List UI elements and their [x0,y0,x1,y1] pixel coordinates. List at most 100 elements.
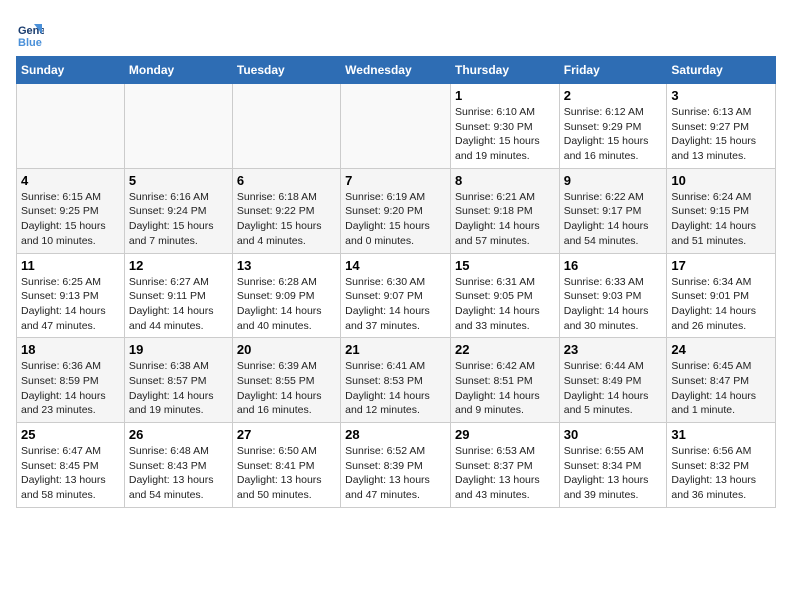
calendar-week-2: 4 Sunrise: 6:15 AM Sunset: 9:25 PM Daylig… [17,168,776,253]
day-info: Sunrise: 6:19 AM Sunset: 9:20 PM Dayligh… [345,190,446,249]
day-number: 9 [564,173,663,188]
day-info: Sunrise: 6:41 AM Sunset: 8:53 PM Dayligh… [345,359,446,418]
day-number: 18 [21,342,120,357]
day-info: Sunrise: 6:34 AM Sunset: 9:01 PM Dayligh… [671,275,771,334]
day-number: 29 [455,427,555,442]
day-info: Sunrise: 6:31 AM Sunset: 9:05 PM Dayligh… [455,275,555,334]
calendar-cell: 26 Sunrise: 6:48 AM Sunset: 8:43 PM Dayli… [124,423,232,508]
col-header-friday: Friday [559,57,667,84]
calendar-table: SundayMondayTuesdayWednesdayThursdayFrid… [16,56,776,508]
day-number: 14 [345,258,446,273]
calendar-cell: 18Sunrise: 6:36 AM Sunset: 8:59 PM Dayli… [17,338,125,423]
day-number: 8 [455,173,555,188]
day-number: 27 [237,427,336,442]
svg-text:Blue: Blue [18,37,42,48]
page-header: General Blue [16,16,776,48]
day-info: Sunrise: 6:38 AM Sunset: 8:57 PM Dayligh… [129,359,228,418]
day-info: Sunrise: 6:44 AM Sunset: 8:49 PM Dayligh… [564,359,663,418]
day-number: 31 [671,427,771,442]
calendar-cell: 11Sunrise: 6:25 AM Sunset: 9:13 PM Dayli… [17,253,125,338]
day-number: 6 [237,173,336,188]
day-info: Sunrise: 6:50 AM Sunset: 8:41 PM Dayligh… [237,444,336,503]
day-number: 12 [129,258,228,273]
day-number: 22 [455,342,555,357]
calendar-week-5: 25 Sunrise: 6:47 AM Sunset: 8:45 PM Dayli… [17,423,776,508]
day-info: Sunrise: 6:15 AM Sunset: 9:25 PM Dayligh… [21,190,120,249]
day-info: Sunrise: 6:16 AM Sunset: 9:24 PM Dayligh… [129,190,228,249]
day-number: 5 [129,173,228,188]
calendar-cell: 14 Sunrise: 6:30 AM Sunset: 9:07 PM Dayli… [341,253,451,338]
day-number: 17 [671,258,771,273]
calendar-cell [124,84,232,169]
calendar-cell: 7 Sunrise: 6:19 AM Sunset: 9:20 PM Daylig… [341,168,451,253]
calendar-cell: 15 Sunrise: 6:31 AM Sunset: 9:05 PM Dayli… [450,253,559,338]
calendar-cell: 23 Sunrise: 6:44 AM Sunset: 8:49 PM Dayli… [559,338,667,423]
day-info: Sunrise: 6:21 AM Sunset: 9:18 PM Dayligh… [455,190,555,249]
calendar-cell: 3 Sunrise: 6:13 AM Sunset: 9:27 PM Daylig… [667,84,776,169]
calendar-cell: 31 Sunrise: 6:56 AM Sunset: 8:32 PM Dayli… [667,423,776,508]
day-number: 23 [564,342,663,357]
calendar-cell: 1 Sunrise: 6:10 AM Sunset: 9:30 PM Daylig… [450,84,559,169]
calendar-cell: 17 Sunrise: 6:34 AM Sunset: 9:01 PM Dayli… [667,253,776,338]
calendar-cell: 28Sunrise: 6:52 AM Sunset: 8:39 PM Dayli… [341,423,451,508]
calendar-cell [232,84,340,169]
day-info: Sunrise: 6:42 AM Sunset: 8:51 PM Dayligh… [455,359,555,418]
day-number: 21 [345,342,446,357]
calendar-cell: 5 Sunrise: 6:16 AM Sunset: 9:24 PM Daylig… [124,168,232,253]
calendar-cell: 19 Sunrise: 6:38 AM Sunset: 8:57 PM Dayli… [124,338,232,423]
day-info: Sunrise: 6:28 AM Sunset: 9:09 PM Dayligh… [237,275,336,334]
day-info: Sunrise: 6:48 AM Sunset: 8:43 PM Dayligh… [129,444,228,503]
col-header-tuesday: Tuesday [232,57,340,84]
calendar-header-row: SundayMondayTuesdayWednesdayThursdayFrid… [17,57,776,84]
day-number: 15 [455,258,555,273]
day-info: Sunrise: 6:13 AM Sunset: 9:27 PM Dayligh… [671,105,771,164]
day-number: 2 [564,88,663,103]
day-info: Sunrise: 6:10 AM Sunset: 9:30 PM Dayligh… [455,105,555,164]
day-number: 16 [564,258,663,273]
day-info: Sunrise: 6:47 AM Sunset: 8:45 PM Dayligh… [21,444,120,503]
logo-icon: General Blue [16,20,44,48]
calendar-cell: 2 Sunrise: 6:12 AM Sunset: 9:29 PM Daylig… [559,84,667,169]
day-number: 7 [345,173,446,188]
calendar-cell: 12 Sunrise: 6:27 AM Sunset: 9:11 PM Dayli… [124,253,232,338]
day-info: Sunrise: 6:30 AM Sunset: 9:07 PM Dayligh… [345,275,446,334]
day-info: Sunrise: 6:12 AM Sunset: 9:29 PM Dayligh… [564,105,663,164]
calendar-cell: 22 Sunrise: 6:42 AM Sunset: 8:51 PM Dayli… [450,338,559,423]
day-number: 10 [671,173,771,188]
day-info: Sunrise: 6:52 AM Sunset: 8:39 PM Dayligh… [345,444,446,503]
day-info: Sunrise: 6:18 AM Sunset: 9:22 PM Dayligh… [237,190,336,249]
calendar-week-1: 1 Sunrise: 6:10 AM Sunset: 9:30 PM Daylig… [17,84,776,169]
calendar-cell [17,84,125,169]
day-info: Sunrise: 6:39 AM Sunset: 8:55 PM Dayligh… [237,359,336,418]
day-number: 26 [129,427,228,442]
calendar-cell [341,84,451,169]
day-number: 25 [21,427,120,442]
day-info: Sunrise: 6:45 AM Sunset: 8:47 PM Dayligh… [671,359,771,418]
col-header-wednesday: Wednesday [341,57,451,84]
calendar-cell: 24Sunrise: 6:45 AM Sunset: 8:47 PM Dayli… [667,338,776,423]
day-info: Sunrise: 6:24 AM Sunset: 9:15 PM Dayligh… [671,190,771,249]
day-number: 3 [671,88,771,103]
day-number: 4 [21,173,120,188]
calendar-cell: 29 Sunrise: 6:53 AM Sunset: 8:37 PM Dayli… [450,423,559,508]
day-number: 1 [455,88,555,103]
day-info: Sunrise: 6:53 AM Sunset: 8:37 PM Dayligh… [455,444,555,503]
day-number: 13 [237,258,336,273]
calendar-week-4: 18Sunrise: 6:36 AM Sunset: 8:59 PM Dayli… [17,338,776,423]
day-number: 11 [21,258,120,273]
calendar-cell: 13 Sunrise: 6:28 AM Sunset: 9:09 PM Dayli… [232,253,340,338]
calendar-cell: 30Sunrise: 6:55 AM Sunset: 8:34 PM Dayli… [559,423,667,508]
day-info: Sunrise: 6:56 AM Sunset: 8:32 PM Dayligh… [671,444,771,503]
day-number: 19 [129,342,228,357]
calendar-cell: 10 Sunrise: 6:24 AM Sunset: 9:15 PM Dayli… [667,168,776,253]
col-header-saturday: Saturday [667,57,776,84]
calendar-cell: 20Sunrise: 6:39 AM Sunset: 8:55 PM Dayli… [232,338,340,423]
day-info: Sunrise: 6:33 AM Sunset: 9:03 PM Dayligh… [564,275,663,334]
calendar-cell: 6 Sunrise: 6:18 AM Sunset: 9:22 PM Daylig… [232,168,340,253]
calendar-cell: 21 Sunrise: 6:41 AM Sunset: 8:53 PM Dayli… [341,338,451,423]
calendar-cell: 8 Sunrise: 6:21 AM Sunset: 9:18 PM Daylig… [450,168,559,253]
calendar-cell: 9Sunrise: 6:22 AM Sunset: 9:17 PM Daylig… [559,168,667,253]
col-header-thursday: Thursday [450,57,559,84]
calendar-week-3: 11Sunrise: 6:25 AM Sunset: 9:13 PM Dayli… [17,253,776,338]
day-info: Sunrise: 6:27 AM Sunset: 9:11 PM Dayligh… [129,275,228,334]
